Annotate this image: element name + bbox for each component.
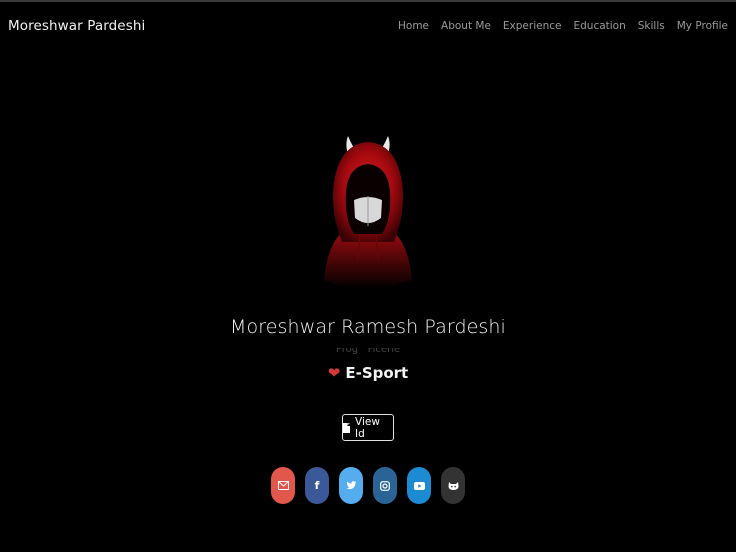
nav-link-my-profile[interactable]: My Profile: [677, 20, 728, 32]
profile-avatar: [310, 130, 426, 302]
hooded-devil-avatar-image: [324, 136, 412, 289]
instagram-icon[interactable]: [373, 467, 397, 504]
nav-link-skills[interactable]: Skills: [638, 20, 665, 32]
nav-link-education[interactable]: Education: [573, 20, 625, 32]
nav-link-home[interactable]: Home: [398, 20, 429, 32]
profile-name: Moreshwar Ramesh Pardeshi: [230, 316, 506, 338]
interest-line: ❤ E-Sport: [0, 364, 736, 382]
page: Moreshwar Pardeshi Home About Me Experie…: [0, 0, 736, 552]
social-links: f: [271, 467, 465, 504]
view-id-button[interactable]: View Id: [342, 414, 394, 441]
nav-link-about-me[interactable]: About Me: [441, 20, 491, 32]
faded-subtitle: Prog Ficerle: [335, 348, 401, 355]
heart-icon: ❤: [327, 363, 341, 382]
view-id-label: View Id: [355, 415, 380, 440]
github-icon[interactable]: [441, 467, 465, 504]
navbar: Moreshwar Pardeshi Home About Me Experie…: [0, 2, 736, 50]
nav-links: Home About Me Experience Education Skill…: [398, 20, 728, 32]
youtube-icon[interactable]: [407, 467, 431, 504]
email-icon[interactable]: [271, 467, 295, 504]
nav-link-experience[interactable]: Experience: [503, 20, 562, 32]
document-icon: [343, 422, 350, 433]
twitter-icon[interactable]: [339, 467, 363, 504]
brand-title[interactable]: Moreshwar Pardeshi: [8, 18, 145, 34]
facebook-icon[interactable]: f: [305, 467, 329, 504]
interest-text: E-Sport: [345, 364, 409, 382]
